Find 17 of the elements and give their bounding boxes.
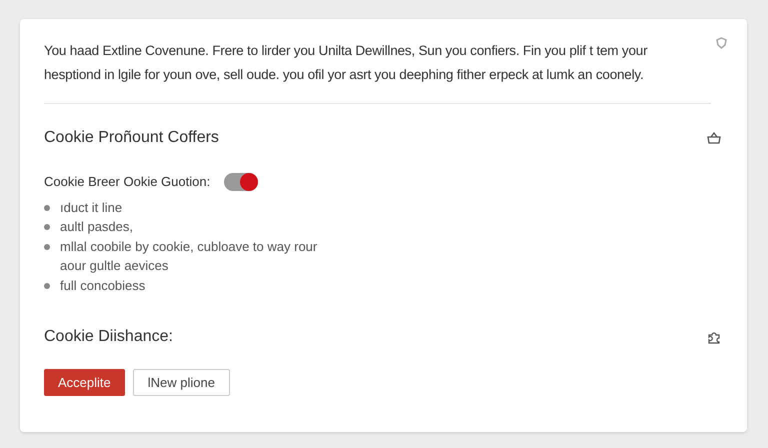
- bullet-icon: [44, 282, 50, 288]
- section-title: Cookie Proñount Coffers: [44, 128, 219, 148]
- accept-button[interactable]: Acceplite: [44, 369, 125, 396]
- bullet-icon: [44, 224, 50, 230]
- toggle-switch[interactable]: [224, 172, 258, 191]
- section-title: Cookie Diishance:: [44, 327, 173, 347]
- toggle-label: Cookie Breer Ookie Guotion:: [44, 173, 210, 191]
- list-item: full concobiess: [60, 276, 146, 294]
- bullet-icon: [44, 244, 50, 250]
- secondary-button[interactable]: lNew plione: [132, 369, 230, 396]
- intro-text: You haad Extline Covenune. Frere to lirder you Unilta Dewillnes, Sun you confiers. Fin you plif t tem your hesptiond in lgile for youn ove, sell oude. you ofil yor asrt you deephing fither erpeck at lumk an coonely.: [44, 42, 648, 84]
- list-item: aultl pasdes,: [60, 218, 134, 236]
- basket-icon: [707, 132, 721, 144]
- list-item: ıduct it line: [60, 198, 124, 216]
- shield-icon: [716, 37, 727, 49]
- bullet-icon: [44, 204, 50, 210]
- puzzle-icon: [707, 330, 721, 344]
